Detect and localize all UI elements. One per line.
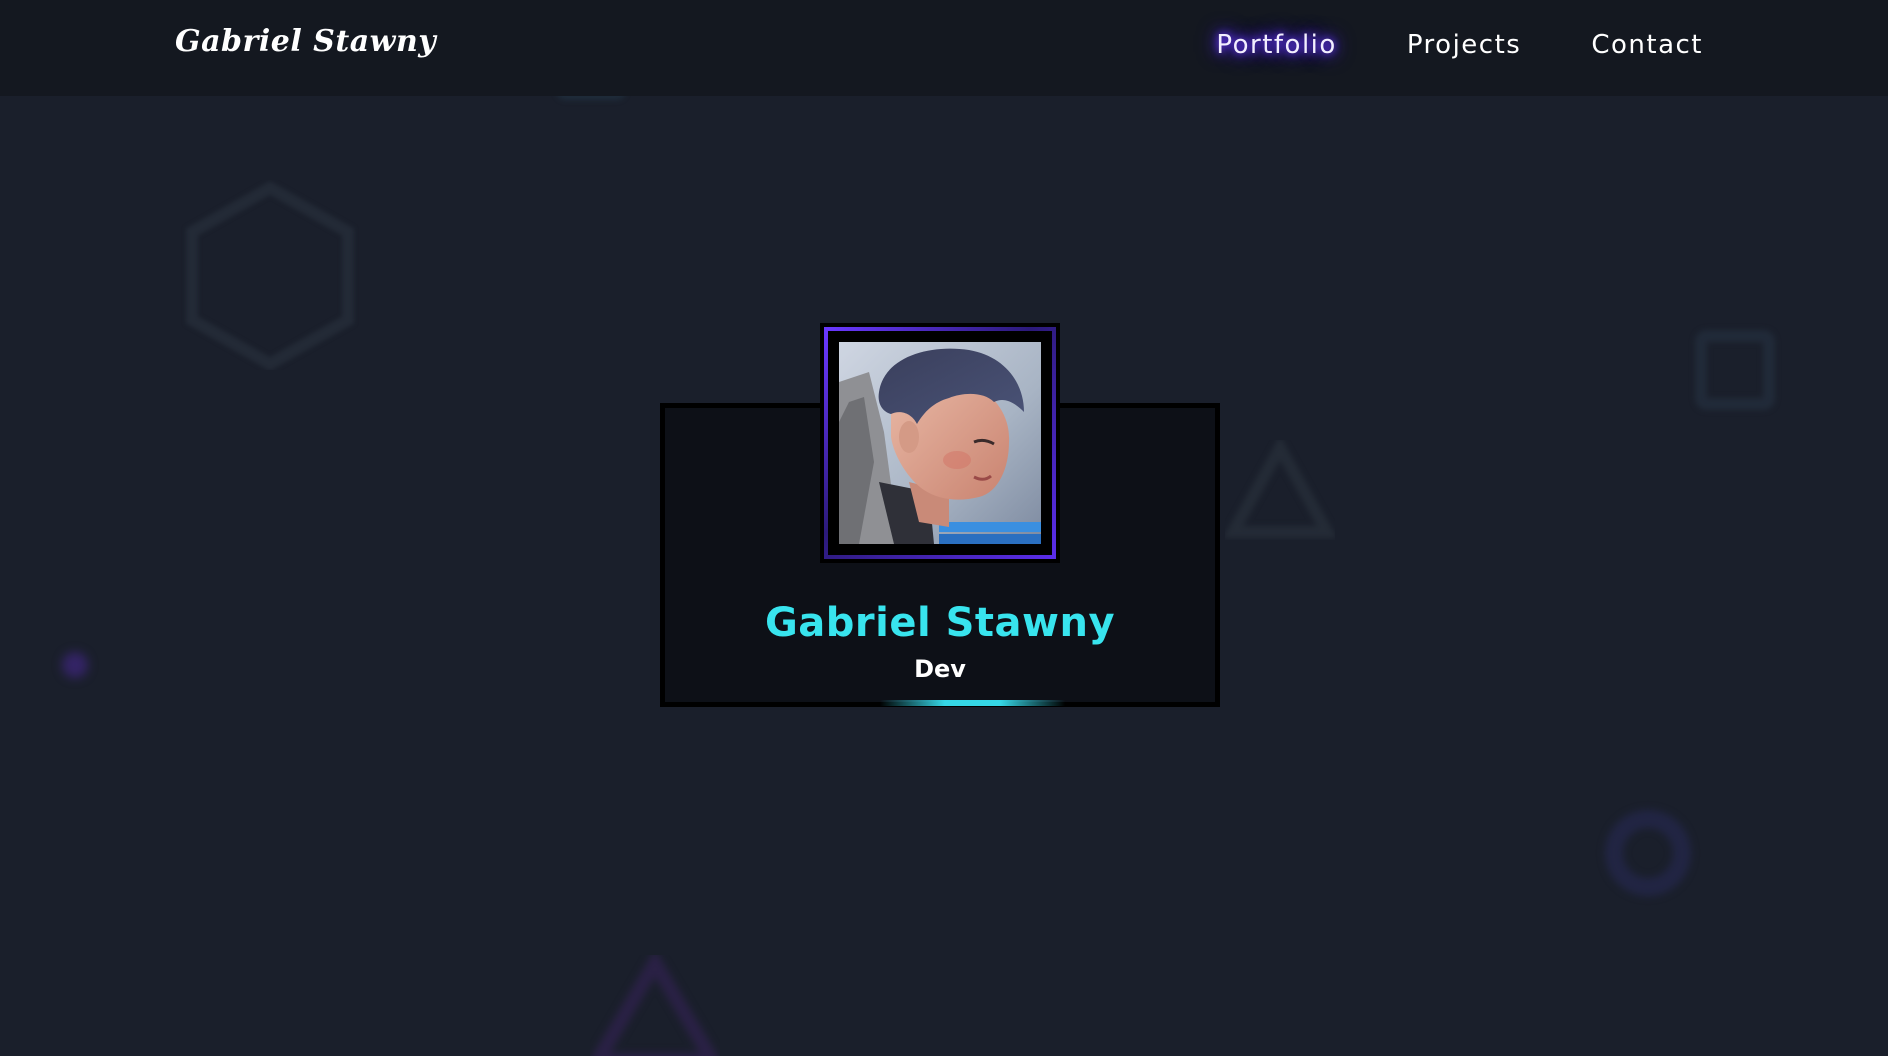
nav-link-portfolio[interactable]: Portfolio xyxy=(1216,30,1336,60)
profile-photo-frame xyxy=(820,323,1060,563)
brand-logo[interactable]: Gabriel Stawny xyxy=(175,24,436,59)
profile-role: Dev xyxy=(914,655,966,683)
triangle-decoration-icon xyxy=(592,955,718,1056)
card-accent-bar xyxy=(880,700,1065,706)
nav-link-contact[interactable]: Contact xyxy=(1591,30,1703,60)
profile-photo-illustration xyxy=(839,342,1041,544)
main-nav: Portfolio Projects Contact xyxy=(1216,30,1703,60)
top-navigation-bar: Gabriel Stawny Portfolio Projects Contac… xyxy=(0,0,1888,96)
triangle-decoration-icon xyxy=(1225,440,1335,538)
profile-name: Gabriel Stawny xyxy=(764,600,1116,646)
nav-link-projects[interactable]: Projects xyxy=(1407,30,1522,60)
dot-decoration-icon xyxy=(62,652,88,678)
ring-decoration-icon xyxy=(1605,810,1691,896)
profile-photo xyxy=(839,342,1041,544)
square-decoration-icon xyxy=(1695,330,1775,410)
portfolio-page: Gabriel Stawny Portfolio Projects Contac… xyxy=(0,0,1888,1056)
hexagon-decoration-icon xyxy=(186,181,354,370)
